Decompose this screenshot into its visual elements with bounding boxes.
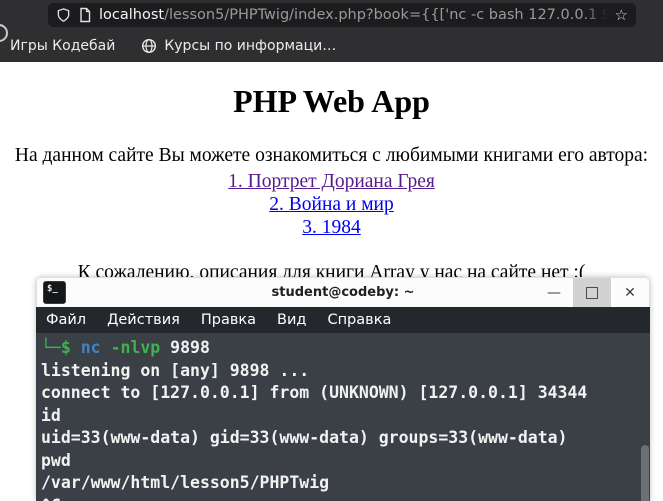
page-info-icon[interactable] — [78, 7, 92, 23]
terminal-line: pwd — [41, 450, 71, 470]
bookmark-star-icon[interactable]: ☆ — [615, 3, 628, 27]
window-controls: — ✕ — [535, 278, 649, 307]
intro-text: На данном сайте Вы можете ознакомиться с… — [14, 145, 649, 166]
menu-help[interactable]: Справка — [327, 312, 391, 328]
close-button[interactable]: ✕ — [611, 278, 649, 307]
menu-actions[interactable]: Действия — [107, 312, 180, 328]
url-text[interactable]: localhost/lesson5/PHPTwig/index.php?book… — [99, 3, 608, 27]
browser-toolbar: localhost/lesson5/PHPTwig/index.php?book… — [0, 0, 663, 42]
terminal-output[interactable]: └─$ nc -nlvp 9898 listening on [any] 9898… — [36, 333, 650, 501]
maximize-button[interactable] — [573, 278, 611, 307]
book-links: 1. Портрет Дориана Грея 2. Война и мир 3… — [0, 170, 663, 239]
terminal-scrollbar[interactable] — [641, 445, 649, 501]
bookmark-igry-kodebay[interactable]: Игры Кодебай — [10, 38, 115, 54]
book-link-2[interactable]: 2. Война и мир — [0, 193, 663, 216]
bookmark-label: Игры Кодебай — [10, 38, 116, 54]
terminal-line: └─$ nc -nlvp 9898 — [41, 338, 210, 357]
book-link-1[interactable]: 1. Портрет Дориана Грея — [0, 170, 663, 193]
shield-icon — [57, 8, 70, 22]
menu-file[interactable]: Файл — [46, 312, 86, 328]
url-path: /lesson5/PHPTwig/index.php?book={{['nc -… — [164, 7, 608, 23]
page-title: PHP Web App — [233, 83, 430, 119]
terminal-line: ^C — [41, 495, 640, 501]
terminal-window: $_ student@codeby: ~ — ✕ Файл Действия П… — [36, 277, 650, 501]
terminal-titlebar[interactable]: $_ student@codeby: ~ — ✕ — [36, 277, 650, 307]
url-host: localhost — [99, 7, 165, 23]
address-bar[interactable]: localhost/lesson5/PHPTwig/index.php?book… — [48, 3, 636, 27]
terminal-line: connect to [127.0.0.1] from (UNKNOWN) [1… — [41, 383, 588, 402]
globe-icon — [142, 38, 157, 54]
terminal-line: listening on [any] 9898 ... — [41, 360, 310, 380]
minimize-button[interactable]: — — [535, 278, 573, 307]
terminal-line: id — [41, 405, 61, 425]
browser-chrome: localhost/lesson5/PHPTwig/index.php?book… — [0, 0, 663, 62]
terminal-line: uid=33(www-data) gid=33(www-data) groups… — [41, 428, 568, 447]
bookmark-kursy[interactable]: Курсы по информаци… — [141, 38, 336, 54]
book-link-3[interactable]: 3. 1984 — [0, 216, 663, 239]
bookmark-label: Курсы по информаци… — [164, 38, 337, 54]
bookmarks-bar: Игры Кодебай Курсы по информаци… — [0, 30, 663, 62]
menu-edit[interactable]: Правка — [201, 312, 256, 328]
terminal-menubar: Файл Действия Правка Вид Справка — [36, 307, 650, 333]
maximize-icon — [586, 286, 598, 299]
menu-view[interactable]: Вид — [277, 312, 306, 328]
terminal-app-icon: $_ — [43, 281, 66, 304]
terminal-line: /var/www/html/lesson5/PHPTwig — [41, 473, 330, 492]
